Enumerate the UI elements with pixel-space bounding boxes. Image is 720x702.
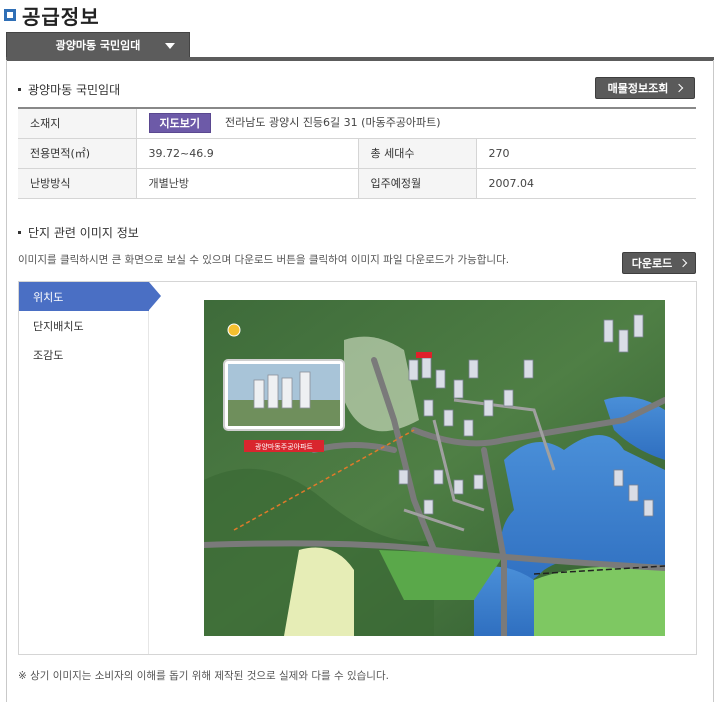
- households-label: 총 세대수: [357, 138, 476, 169]
- households-value: 270: [475, 138, 696, 169]
- image-gallery: 위치도 단지배치도 조감도 광양마동주공아파트: [18, 281, 697, 655]
- complex-dropdown[interactable]: 광양마동 국민임대: [6, 32, 190, 58]
- table-row: 난방방식 개별난방 입주예정월 2007.04: [18, 168, 696, 199]
- table-row: 전용면적(㎡) 39.72~46.9 총 세대수 270: [18, 138, 696, 169]
- bullet-icon: [18, 88, 21, 91]
- address-label: 소재지: [18, 108, 136, 139]
- area-value: 39.72~46.9: [135, 138, 358, 169]
- download-button[interactable]: 다운로드: [622, 252, 696, 274]
- address-value: 전라남도 광양시 진등6길 31 (마동주공아파트): [224, 116, 441, 130]
- complex-section-title: 광양마동 국민임대: [18, 81, 120, 98]
- complex-dropdown-label: 광양마동 국민임대: [55, 39, 141, 52]
- gallery-menu: 위치도 단지배치도 조감도: [19, 282, 161, 654]
- table-row: 소재지 지도보기 전라남도 광양시 진등6길 31 (마동주공아파트): [18, 108, 696, 139]
- images-section-title: 단지 관련 이미지 정보: [18, 224, 139, 241]
- gallery-tab-location[interactable]: 위치도: [19, 282, 161, 311]
- triangle-down-icon: [165, 43, 175, 49]
- map-view-button[interactable]: 지도보기: [148, 113, 211, 134]
- gallery-tab-bird-eye[interactable]: 조감도: [19, 340, 148, 369]
- heating-value: 개별난방: [135, 168, 358, 199]
- gallery-tab-site-plan[interactable]: 단지배치도: [19, 311, 148, 340]
- chevron-right-icon: [678, 258, 688, 268]
- map-caption: 광양마동주공아파트: [255, 442, 314, 451]
- address-cell: 지도보기 전라남도 광양시 진등6길 31 (마동주공아파트): [135, 108, 696, 139]
- listing-info-button[interactable]: 매물정보조회: [595, 77, 695, 99]
- location-map-illustration: 광양마동주공아파트: [204, 300, 665, 636]
- move-in-label: 입주예정월: [357, 168, 476, 199]
- page-header: 공급정보: [4, 2, 100, 29]
- chevron-right-icon: [675, 83, 684, 93]
- bullet-icon: [18, 231, 21, 234]
- move-in-value: 2007.04: [475, 168, 696, 199]
- page-title: 공급정보: [22, 4, 100, 29]
- images-description: 이미지를 클릭하시면 큰 화면으로 보실 수 있으며 다운로드 버튼을 클릭하여…: [18, 254, 510, 266]
- complex-info-table: 소재지 지도보기 전라남도 광양시 진등6길 31 (마동주공아파트) 전용면적(…: [18, 107, 696, 199]
- title-square-icon: [4, 9, 16, 21]
- location-map-image[interactable]: 광양마동주공아파트: [204, 300, 665, 636]
- heating-label: 난방방식: [18, 168, 136, 199]
- disclaimer-note: ※ 상기 이미지는 소비자의 이해를 돕기 위해 제작된 것으로 실제와 다를 …: [18, 670, 389, 682]
- area-label: 전용면적(㎡): [18, 138, 136, 169]
